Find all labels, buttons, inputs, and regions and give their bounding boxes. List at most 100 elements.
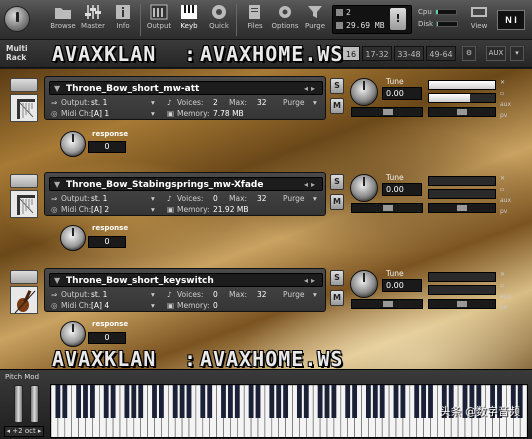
info-button[interactable]: Info	[108, 3, 138, 37]
tab-33-48[interactable]: 33-48	[394, 46, 424, 61]
aux-button[interactable]: AUX	[486, 46, 506, 61]
black-key[interactable]	[186, 385, 192, 418]
black-key[interactable]	[276, 385, 282, 418]
octave-selector[interactable]: ◂ +2 oct ▸	[4, 426, 44, 437]
tune-knob[interactable]	[350, 174, 378, 202]
black-key[interactable]	[393, 385, 399, 418]
browse-button[interactable]: Browse	[48, 3, 78, 37]
black-key[interactable]	[248, 385, 254, 418]
prev-next-icon[interactable]: ◂▸	[304, 274, 318, 288]
black-key[interactable]	[234, 385, 240, 418]
purge-button[interactable]: Purge	[300, 3, 330, 37]
wrench-icon[interactable]	[10, 174, 38, 188]
black-key[interactable]	[331, 385, 337, 418]
black-key[interactable]	[227, 385, 233, 418]
black-key[interactable]	[345, 385, 351, 418]
response-value[interactable]: 0	[88, 236, 126, 248]
black-key[interactable]	[110, 385, 116, 418]
instrument-name-bar[interactable]: ▼ Throne_Bow_Stabingsprings_mw-Xfade ◂▸	[49, 177, 323, 191]
black-key[interactable]	[131, 385, 137, 418]
instrument-name-bar[interactable]: ▼ Throne_Bow_short_keyswitch ◂▸	[49, 273, 323, 287]
wrench-icon[interactable]	[10, 270, 38, 284]
expand-arrow-icon[interactable]: ▼	[54, 82, 60, 96]
tune-value[interactable]: 0.00	[382, 87, 422, 100]
black-key[interactable]	[62, 385, 68, 418]
tune-knob[interactable]	[350, 270, 378, 298]
black-key[interactable]	[103, 385, 109, 418]
options-button[interactable]: Options	[270, 3, 300, 37]
response-knob[interactable]	[60, 321, 86, 347]
midi-channel-select[interactable]: [A] 4	[91, 300, 109, 312]
black-key[interactable]	[76, 385, 82, 418]
response-value[interactable]: 0	[88, 332, 126, 344]
files-button[interactable]: Files	[240, 3, 270, 37]
volume-slider[interactable]	[428, 203, 496, 213]
black-key[interactable]	[317, 385, 323, 418]
black-key[interactable]	[200, 385, 206, 418]
response-knob[interactable]	[60, 225, 86, 251]
side-controls[interactable]: ✕ ▫ aux pv	[500, 173, 511, 217]
solo-button[interactable]: S	[330, 78, 344, 94]
black-key[interactable]	[324, 385, 330, 418]
black-key[interactable]	[89, 385, 95, 418]
rack-settings-icon[interactable]: ⚙	[462, 46, 476, 61]
black-key[interactable]	[414, 385, 420, 418]
kontakt-logo-icon[interactable]	[4, 6, 30, 32]
tune-knob[interactable]	[350, 78, 378, 106]
wrench-icon[interactable]	[10, 78, 38, 92]
tune-value[interactable]: 0.00	[382, 183, 422, 196]
response-knob[interactable]	[60, 131, 86, 157]
pan-slider[interactable]	[351, 107, 423, 117]
black-key[interactable]	[421, 385, 427, 418]
response-value[interactable]: 0	[88, 141, 126, 153]
black-key[interactable]	[138, 385, 144, 418]
rack-menu-icon[interactable]: ▾	[510, 46, 524, 61]
volume-slider[interactable]	[428, 107, 496, 117]
black-key[interactable]	[55, 385, 61, 418]
midi-channel-select[interactable]: [A] 1	[91, 108, 109, 120]
quick-button[interactable]: Quick	[204, 3, 234, 37]
black-key[interactable]	[283, 385, 289, 418]
mute-button[interactable]: M	[330, 194, 344, 210]
tab-49-64[interactable]: 49-64	[426, 46, 456, 61]
instrument-name-bar[interactable]: ▼ Throne_Bow_short_mw-att ◂▸	[49, 81, 323, 95]
view-button[interactable]: View	[466, 3, 492, 37]
prev-next-icon[interactable]: ◂▸	[304, 82, 318, 96]
solo-button[interactable]: S	[330, 174, 344, 190]
black-key[interactable]	[365, 385, 371, 418]
black-key[interactable]	[255, 385, 261, 418]
black-key[interactable]	[158, 385, 164, 418]
black-key[interactable]	[296, 385, 302, 418]
black-key[interactable]	[379, 385, 385, 418]
black-key[interactable]	[179, 385, 185, 418]
side-controls[interactable]: ✕ ▫ aux pv	[500, 77, 511, 121]
side-controls[interactable]: ✕ ▫ aux pv	[500, 269, 511, 313]
black-key[interactable]	[83, 385, 88, 418]
black-key[interactable]	[400, 385, 406, 418]
tune-value[interactable]: 0.00	[382, 279, 422, 292]
black-key[interactable]	[172, 385, 178, 418]
expand-arrow-icon[interactable]: ▼	[54, 178, 60, 192]
pan-slider[interactable]	[351, 299, 423, 309]
black-key[interactable]	[221, 385, 226, 418]
pan-slider[interactable]	[351, 203, 423, 213]
prev-next-icon[interactable]: ◂▸	[304, 178, 318, 192]
black-key[interactable]	[124, 385, 130, 418]
black-key[interactable]	[269, 385, 275, 418]
solo-button[interactable]: S	[330, 270, 344, 286]
black-key[interactable]	[372, 385, 378, 418]
output-button[interactable]: Output	[144, 3, 174, 37]
black-key[interactable]	[428, 385, 433, 418]
black-key[interactable]	[352, 385, 358, 418]
warning-button[interactable]: !	[390, 8, 406, 30]
pitch-wheel[interactable]	[14, 385, 23, 423]
mod-wheel[interactable]	[30, 385, 39, 423]
keyboard-button[interactable]: Keyb	[174, 3, 204, 37]
master-button[interactable]: Master	[78, 3, 108, 37]
mute-button[interactable]: M	[330, 290, 344, 306]
black-key[interactable]	[207, 385, 213, 418]
volume-slider[interactable]	[428, 299, 496, 309]
expand-arrow-icon[interactable]: ▼	[54, 274, 60, 288]
tab-17-32[interactable]: 17-32	[362, 46, 392, 61]
black-key[interactable]	[152, 385, 157, 418]
